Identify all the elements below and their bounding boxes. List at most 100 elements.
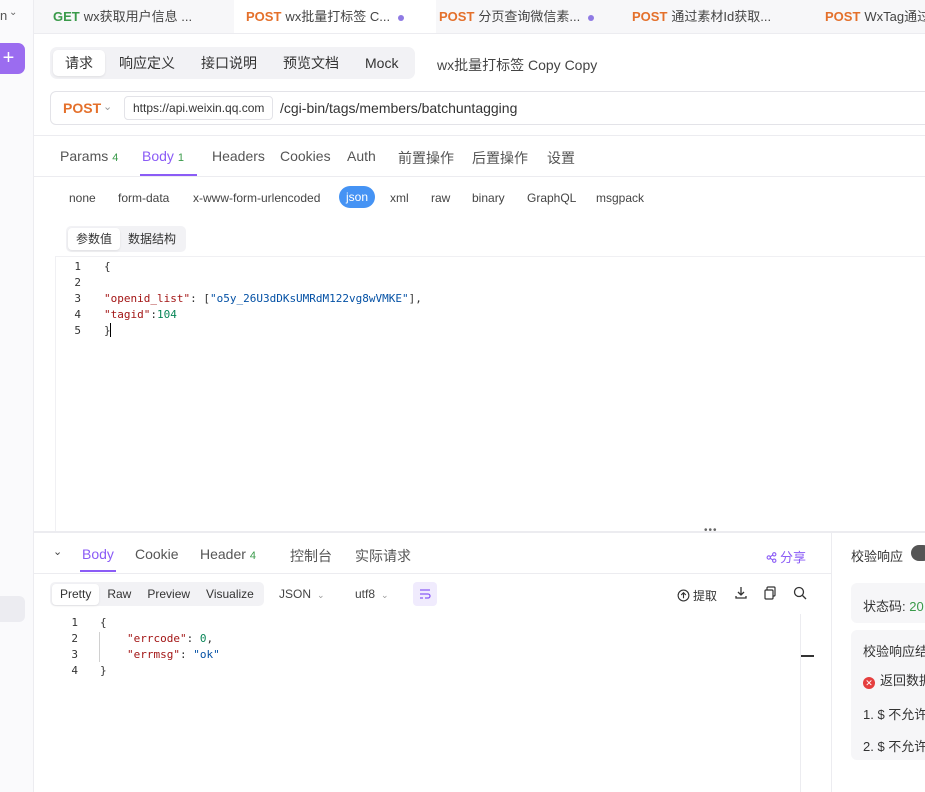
divider [34, 573, 831, 574]
drag-handle-icon[interactable]: ••• [704, 525, 718, 536]
line-number: 4 [71, 664, 78, 677]
format-select[interactable]: JSON ⌄ [279, 587, 325, 601]
error-text: 返回数据 [880, 673, 925, 688]
status-code: 状态码: 20 [863, 596, 924, 615]
body-type-json[interactable]: json [339, 186, 375, 208]
body-type-graphql[interactable]: GraphQL [527, 191, 576, 205]
chevron-down-icon: ⌄ [317, 590, 325, 600]
body-type-msgpack[interactable]: msgpack [596, 191, 644, 205]
json-punct: : [179, 648, 194, 661]
tab-settings[interactable]: 设置 [547, 148, 575, 168]
wrap-icon [420, 589, 431, 599]
select-value: utf8 [355, 587, 376, 601]
code-line: "errmsg": "ok" [127, 648, 220, 661]
tab-material-by-id[interactable]: POST 通过素材Id获取... [623, 0, 822, 33]
validation-error: ✕ 返回数据 [863, 670, 925, 689]
format-visualize[interactable]: Visualize [198, 584, 262, 605]
body-type-urlencoded[interactable]: x-www-form-urlencoded [193, 191, 320, 205]
tab-post-processors[interactable]: 后置操作 [472, 148, 528, 168]
divider [34, 176, 925, 177]
code-line: } [100, 664, 107, 677]
chevron-down-icon: ⌄ [381, 590, 389, 600]
resp-tab-console[interactable]: 控制台 [290, 546, 332, 566]
resp-tab-header[interactable]: Header 4 [200, 546, 256, 562]
encoding-select[interactable]: utf8 ⌄ [355, 587, 389, 601]
tab-api-description[interactable]: 接口说明 [189, 50, 269, 76]
tab-response-definition[interactable]: 响应定义 [107, 50, 187, 76]
code-line: "errcode": 0, [127, 632, 213, 645]
tab-request[interactable]: 请求 [53, 50, 105, 76]
resp-tab-actual-request[interactable]: 实际请求 [355, 546, 411, 566]
chevron-down-icon[interactable]: ⌄ [103, 100, 112, 113]
sidebar-selected-item[interactable] [0, 596, 25, 622]
tab-get-user-info[interactable]: GET wx获取用户信息 ... [44, 0, 241, 33]
tab-title: wx批量打标签 C... [285, 9, 391, 24]
tab-params[interactable]: Params 4 [60, 148, 118, 164]
tab-pre-processors[interactable]: 前置操作 [398, 148, 454, 168]
validation-item: 2. $ 不允许 [863, 739, 925, 754]
request-tabs: 请求 响应定义 接口说明 预览文档 Mock [50, 47, 416, 79]
status-label: 状态码: [863, 599, 910, 614]
wrap-lines-button[interactable] [413, 582, 437, 606]
body-type-none[interactable]: none [69, 191, 96, 205]
scrollbar-marker [801, 655, 814, 657]
json-string: "o5y_26U3dDKsUMRdM122vg8wVMKE" [209, 292, 409, 305]
json-punct: : [186, 632, 200, 645]
tab-cookies[interactable]: Cookies [280, 148, 331, 164]
line-number: 3 [71, 648, 78, 661]
resp-tab-body[interactable]: Body [82, 546, 114, 562]
plus-icon: + [2, 47, 15, 69]
tab-preview-doc[interactable]: 预览文档 [271, 50, 351, 76]
base-url[interactable]: https://api.weixin.qq.com [124, 96, 274, 120]
tab-body[interactable]: Body 1 [142, 148, 184, 164]
body-type-xml[interactable]: xml [390, 191, 409, 205]
extract-icon [677, 589, 690, 602]
line-number: 3 [74, 292, 81, 305]
json-punct: ], [408, 292, 422, 305]
tab-param-values[interactable]: 参数值 [68, 228, 121, 250]
unsaved-dot [588, 14, 595, 21]
pane-splitter[interactable] [34, 531, 925, 533]
json-punct: : [ [190, 292, 210, 305]
extract-label: 提取 [693, 589, 718, 603]
tab-method: POST [246, 9, 282, 24]
request-name[interactable]: wx批量打标签 Copy Copy [437, 55, 597, 75]
panel-divider[interactable] [831, 533, 832, 792]
tab-mock[interactable]: Mock [353, 50, 410, 76]
scrollbar[interactable] [800, 614, 815, 792]
chevron-down-icon[interactable]: ⌄ [9, 7, 17, 18]
tab-auth[interactable]: Auth [347, 148, 376, 164]
add-button[interactable]: + [0, 43, 25, 74]
tab-data-schema[interactable]: 数据结构 [120, 228, 184, 250]
validation-toggle[interactable] [911, 545, 925, 561]
format-raw[interactable]: Raw [99, 584, 139, 605]
body-type-binary[interactable]: binary [472, 191, 505, 205]
copy-icon[interactable] [762, 585, 778, 601]
url-bar: POST ⌄ https://api.weixin.qq.com /cgi-bi… [50, 91, 925, 125]
indent-guide [99, 632, 100, 662]
download-icon[interactable] [733, 585, 749, 601]
tab-method: GET [53, 9, 80, 24]
format-pretty[interactable]: Pretty [52, 583, 100, 605]
tab-wxtag[interactable]: POST WxTag通过 [816, 0, 925, 33]
tab-method: POST [825, 9, 861, 24]
json-key: "errmsg" [127, 648, 180, 661]
validation-title: 校验响应 [851, 549, 904, 564]
tab-headers[interactable]: Headers [212, 148, 265, 164]
body-type-form-data[interactable]: form-data [118, 191, 169, 205]
line-number: 5 [74, 324, 81, 337]
format-preview[interactable]: Preview [139, 584, 198, 605]
tab-batch-tagging[interactable]: POST wx批量打标签 C... [234, 0, 436, 33]
search-icon[interactable] [792, 585, 808, 601]
json-string: "ok" [193, 648, 220, 661]
extract-button[interactable]: 提取 [677, 587, 717, 604]
share-button[interactable]: 分享 [766, 547, 806, 566]
tab-label: Header [200, 546, 246, 562]
collapse-chevron-icon[interactable]: ⌄ [53, 545, 62, 558]
method-select[interactable]: POST [63, 92, 101, 124]
url-path-input[interactable]: /cgi-bin/tags/members/batchuntagging [280, 92, 517, 124]
tab-paged-query[interactable]: POST 分页查询微信素... [430, 0, 627, 33]
tab-method: POST [439, 9, 475, 24]
resp-tab-cookie[interactable]: Cookie [135, 546, 179, 562]
body-type-raw[interactable]: raw [431, 191, 450, 205]
